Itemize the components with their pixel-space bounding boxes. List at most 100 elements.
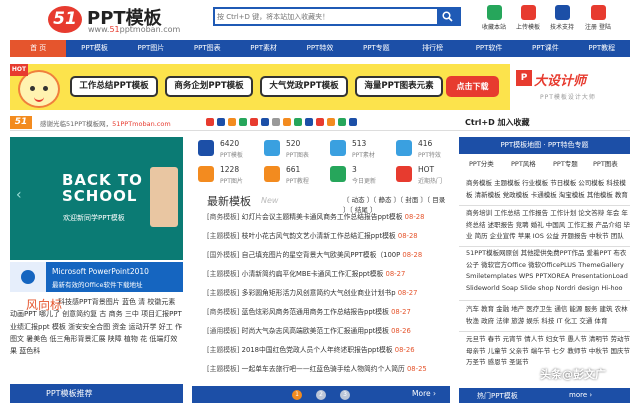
industry-links[interactable]: 汽车 教育 金融 地产 医疗卫生 通信 能源 服务 建筑 农林牧渔 政府 法律 … xyxy=(466,304,630,328)
template-title[interactable]: 蓝色炫彩风商务范通用商务工作总结报告ppt模板 xyxy=(242,308,389,316)
template-row[interactable]: [主题模板] 小清新简约扁平化MBE卡通风工作汇报ppt模板 08-27 xyxy=(207,268,450,282)
share-icon[interactable] xyxy=(327,118,335,126)
share-icon[interactable] xyxy=(272,118,280,126)
share-icon[interactable] xyxy=(261,118,269,126)
nav-item-1[interactable]: PPT模板 xyxy=(66,40,122,57)
share-icon[interactable] xyxy=(239,118,247,126)
banner-button-charts[interactable]: 海量PPT图表元素 xyxy=(355,76,443,97)
divider xyxy=(459,331,630,332)
share-icon[interactable] xyxy=(316,118,324,126)
map-tab-category[interactable]: PPT分类 xyxy=(469,158,494,168)
map-tab-style[interactable]: PPT风格 xyxy=(511,158,536,168)
template-row[interactable]: [商务模板] 蓝色炫彩风商务范通用商务工作总结报告ppt模板 08-27 xyxy=(207,306,450,320)
template-category: [商务模板] xyxy=(207,308,240,316)
promo-banner[interactable]: HOT 工作总结PPT模板 商务企划PPT模板 大气党政PPT模板 海量PPT图… xyxy=(10,64,630,110)
small-logo: 51 xyxy=(10,116,32,129)
template-title[interactable]: 枝叶小花古风气韵文艺小清新工作总结汇报ppt模板 xyxy=(242,232,396,240)
template-title[interactable]: 多彩圆角矩形活力风创意简约大气创业商业计划书p xyxy=(242,289,396,297)
search-icon xyxy=(442,11,453,22)
share-icon[interactable] xyxy=(338,118,346,126)
bookmark-link[interactable]: 收藏本站 xyxy=(478,5,510,31)
nav-item-7[interactable]: 排行榜 xyxy=(405,40,461,57)
stat-label: PPT素材 xyxy=(352,152,375,159)
share-icon[interactable] xyxy=(217,118,225,126)
category-links[interactable]: 商务模板 主题模板 行业模板 节日模板 公司模板 科技模板 清新模板 党政模板 … xyxy=(466,178,630,202)
featured-slider[interactable]: ‹ › BACK TOSCHOOL 欢迎新同学PPT模板 xyxy=(10,137,183,260)
template-row[interactable]: [主题模板] 2018中国红色党政人员个人年终述职报告ppt模板 08-26 xyxy=(207,344,450,358)
share-icon[interactable] xyxy=(305,118,313,126)
template-date: 08-28 xyxy=(402,251,423,259)
map-tab-chart[interactable]: PPT图表 xyxy=(593,158,618,168)
support-link[interactable]: 技术支持 xyxy=(546,5,578,31)
office-promo[interactable]: Microsoft PowerPoint2010 最新有效的Office软件下载… xyxy=(10,262,183,292)
stat-number: 416 xyxy=(418,139,433,148)
banner-download-button[interactable]: 点击下载 xyxy=(446,76,499,97)
ctrl-d-bookmark[interactable]: Ctrl+D 加入收藏 xyxy=(465,117,530,128)
template-date: 08-25 xyxy=(406,365,427,373)
share-icon[interactable] xyxy=(250,118,258,126)
nav-item-9[interactable]: PPT课件 xyxy=(517,40,573,57)
nav-item-3[interactable]: PPT图表 xyxy=(179,40,235,57)
nav-item-0[interactable]: 首 页 xyxy=(10,40,67,57)
stat-item[interactable]: 1228 PPT图片 xyxy=(192,163,256,187)
stat-item[interactable]: HOT 近期热门 xyxy=(390,163,454,187)
template-row[interactable]: [主题模板] 枝叶小花古风气韵文艺小清新工作总结汇报ppt模板 08-28 xyxy=(207,230,450,244)
login-link[interactable]: 注册 登陆 xyxy=(582,5,614,31)
nav-item-6[interactable]: PPT专题 xyxy=(348,40,404,57)
template-row[interactable]: [主题模板] 多彩圆角矩形活力风创意简约大气创业商业计划书p 08-27 xyxy=(207,287,450,301)
template-row[interactable]: [主题模板] 一起单车去旅行吧——红蓝色骑手绘人物简约个人简历 08-25 xyxy=(207,363,450,377)
more-link[interactable]: More › xyxy=(412,389,436,398)
latest-title: 最新模板 xyxy=(207,195,251,208)
upload-link[interactable]: 上传模板 xyxy=(512,5,544,31)
share-icon[interactable] xyxy=(349,118,357,126)
template-row[interactable]: [通用模板] 时尚大气杂志风高端欧美范工作汇报通用ppt模板 08-26 xyxy=(207,325,450,339)
nav-item-8[interactable]: PPT软件 xyxy=(461,40,517,57)
stat-item[interactable]: 6420 PPT模板 xyxy=(192,137,256,161)
template-title[interactable]: 一起单车去旅行吧——红蓝色骑手绘人物简约个人简历 xyxy=(242,365,405,373)
stat-item[interactable]: 416 PPT特效 xyxy=(390,137,454,161)
map-header: PPT模板地图 · PPT特色专题 xyxy=(459,137,630,154)
banner-button-summary[interactable]: 工作总结PPT模板 xyxy=(70,76,158,97)
nav-item-5[interactable]: PPT特效 xyxy=(292,40,348,57)
page-1[interactable]: 1 xyxy=(292,390,302,400)
slider-prev-icon[interactable]: ‹ xyxy=(16,187,22,203)
page-2[interactable]: 2 xyxy=(316,390,326,400)
template-row[interactable]: [国外模板] 自己填充图片的星空背景大气欧美风PPT模板（100P 08-28 xyxy=(207,249,450,263)
slider-illustration xyxy=(150,167,178,227)
stat-item[interactable]: 3 今日更新 xyxy=(324,163,388,187)
template-title[interactable]: 时尚大气杂志风高端欧美范工作汇报通用ppt模板 xyxy=(242,327,389,335)
template-title[interactable]: 2018中国红色党政人员个人年终述职报告ppt模板 xyxy=(242,346,393,354)
promo-subtitle: 最新有效的Office软件下载地址 xyxy=(52,281,143,289)
nav-item-10[interactable]: PPT教程 xyxy=(574,40,630,57)
template-row[interactable]: [商务模板] 幻灯片会议主题精美卡通风商务工作总结报告ppt模板 08-28 xyxy=(207,211,450,225)
nav-item-4[interactable]: PPT素材 xyxy=(235,40,291,57)
template-title[interactable]: 小清新简约扁平化MBE卡通风工作汇报ppt模板 xyxy=(242,270,384,278)
site-logo-mark[interactable]: 51 xyxy=(48,6,82,33)
stat-item[interactable]: 520 PPT图表 xyxy=(258,137,322,161)
hot-templates-more[interactable]: more › xyxy=(569,391,592,399)
source-links[interactable]: 51PPT模板网原创 其他提供免费PPT作品 爱着PPT 布衣公子 微软官方Of… xyxy=(466,248,630,296)
template-title[interactable]: 自己填充图片的星空背景大气欧美风PPT模板（100P xyxy=(242,251,401,259)
keyword-cloud: 科技感PPT背景图片 蓝色 清 校徽元素 动画PPT 哪儿了 创意简约复 古 商… xyxy=(10,296,183,382)
stat-item[interactable]: 513 PPT素材 xyxy=(324,137,388,161)
stat-item[interactable]: 661 PPT教程 xyxy=(258,163,322,187)
share-icon[interactable] xyxy=(294,118,302,126)
nav-item-2[interactable]: PPT图片 xyxy=(123,40,179,57)
stat-icon xyxy=(330,166,346,182)
banner-button-party[interactable]: 大气党政PPT模板 xyxy=(260,76,348,97)
map-tab-topic[interactable]: PPT专题 xyxy=(553,158,578,168)
topic-links[interactable]: 商务培训 工作总结 工作报告 工作计划 论文答辩 年会 年终总结 述职报告 竞聘… xyxy=(466,208,630,244)
share-icon[interactable] xyxy=(228,118,236,126)
share-icon[interactable] xyxy=(283,118,291,126)
search-input[interactable] xyxy=(217,10,435,24)
share-icon[interactable] xyxy=(206,118,214,126)
stat-icon xyxy=(396,140,412,156)
banner-button-planning[interactable]: 商务企划PPT模板 xyxy=(165,76,253,97)
stat-number: 661 xyxy=(286,165,301,174)
designer-ad[interactable]: P 大设计师 PPT模板设计大师 xyxy=(510,64,630,110)
stat-number: 3 xyxy=(352,165,357,174)
page-3[interactable]: 3 xyxy=(340,390,350,400)
search-button[interactable] xyxy=(437,9,459,24)
template-title[interactable]: 幻灯片会议主题精美卡通风商务工作总结报告ppt模板 xyxy=(242,213,403,221)
template-date: 08-28 xyxy=(397,232,418,240)
